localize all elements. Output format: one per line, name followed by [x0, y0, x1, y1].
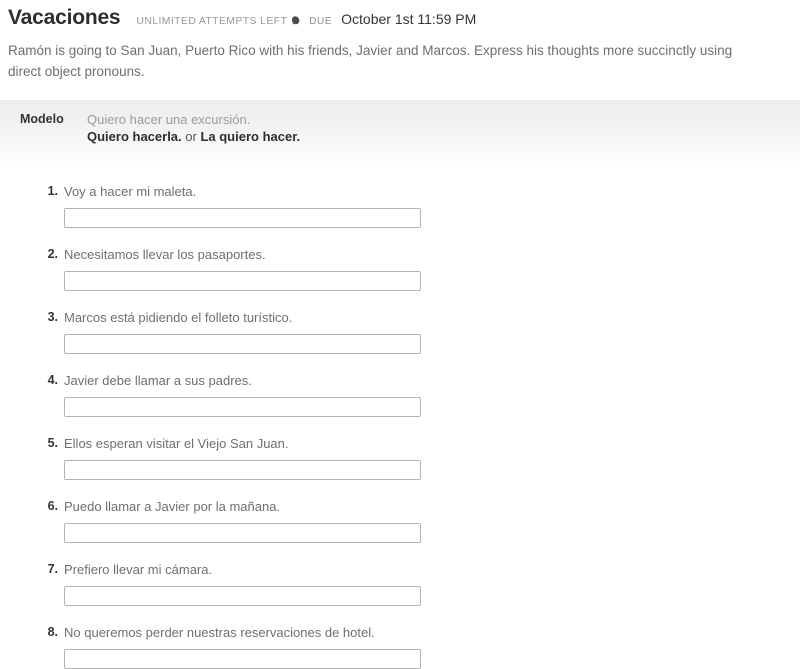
question-body: Puedo llamar a Javier por la mañana. [64, 498, 800, 543]
question-item: 5. Ellos esperan visitar el Viejo San Ju… [0, 435, 800, 480]
due-label: DUE [309, 16, 332, 27]
question-number: 3. [36, 309, 58, 326]
question-text: No queremos perder nuestras reservacione… [64, 624, 800, 641]
question-list: 1. Voy a hacer mi maleta. 2. Necesitamos… [0, 161, 800, 669]
modelo-conjunction: or [182, 129, 201, 144]
question-item: 2. Necesitamos llevar los pasaportes. [0, 246, 800, 291]
answer-input[interactable] [64, 586, 421, 606]
question-item: 1. Voy a hacer mi maleta. [0, 183, 800, 228]
answer-input[interactable] [64, 397, 421, 417]
attempts-left-text: UNLIMITED ATTEMPTS LEFT [136, 15, 287, 27]
question-body: Prefiero llevar mi cámara. [64, 561, 800, 606]
question-item: 7. Prefiero llevar mi cámara. [0, 561, 800, 606]
assignment-header: Vacaciones UNLIMITED ATTEMPTS LEFT DUE O… [0, 0, 800, 30]
due-date: October 1st 11:59 PM [341, 10, 476, 28]
instructions-paragraph: Ramón is going to San Juan, Puerto Rico … [0, 30, 800, 82]
modelo-answers: Quiero hacerla. or La quiero hacer. [87, 128, 300, 145]
modelo-content: Quiero hacer una excursión. Quiero hacer… [87, 111, 300, 145]
question-number: 2. [36, 246, 58, 263]
answer-input[interactable] [64, 460, 421, 480]
question-text: Javier debe llamar a sus padres. [64, 372, 800, 389]
answer-input[interactable] [64, 271, 421, 291]
answer-input[interactable] [64, 649, 421, 669]
question-number: 5. [36, 435, 58, 452]
question-body: Voy a hacer mi maleta. [64, 183, 800, 228]
answer-input[interactable] [64, 334, 421, 354]
answer-input[interactable] [64, 523, 421, 543]
modelo-answer-first: Quiero hacerla. [87, 129, 182, 144]
question-body: Ellos esperan visitar el Viejo San Juan. [64, 435, 800, 480]
question-body: No queremos perder nuestras reservacione… [64, 624, 800, 669]
question-text: Marcos está pidiendo el folleto turístic… [64, 309, 800, 326]
question-text: Puedo llamar a Javier por la mañana. [64, 498, 800, 515]
question-number: 8. [36, 624, 58, 641]
modelo-example-box: Modelo Quiero hacer una excursión. Quier… [0, 100, 800, 161]
modelo-label: Modelo [20, 111, 76, 128]
question-item: 6. Puedo llamar a Javier por la mañana. [0, 498, 800, 543]
modelo-prompt: Quiero hacer una excursión. [87, 111, 300, 128]
question-text: Necesitamos llevar los pasaportes. [64, 246, 800, 263]
answer-input[interactable] [64, 208, 421, 228]
question-number: 1. [36, 183, 58, 200]
mouse-pointer-icon [290, 15, 301, 26]
question-text: Prefiero llevar mi cámara. [64, 561, 800, 578]
question-body: Marcos está pidiendo el folleto turístic… [64, 309, 800, 354]
question-item: 4. Javier debe llamar a sus padres. [0, 372, 800, 417]
question-body: Necesitamos llevar los pasaportes. [64, 246, 800, 291]
question-body: Javier debe llamar a sus padres. [64, 372, 800, 417]
modelo-answer-second: La quiero hacer. [200, 129, 300, 144]
question-number: 4. [36, 372, 58, 389]
question-text: Voy a hacer mi maleta. [64, 183, 800, 200]
page-title: Vacaciones [8, 6, 120, 30]
attempts-left-label: UNLIMITED ATTEMPTS LEFT [136, 13, 301, 27]
question-number: 6. [36, 498, 58, 515]
question-text: Ellos esperan visitar el Viejo San Juan. [64, 435, 800, 452]
question-item: 3. Marcos está pidiendo el folleto turís… [0, 309, 800, 354]
question-number: 7. [36, 561, 58, 578]
question-item: 8. No queremos perder nuestras reservaci… [0, 624, 800, 669]
